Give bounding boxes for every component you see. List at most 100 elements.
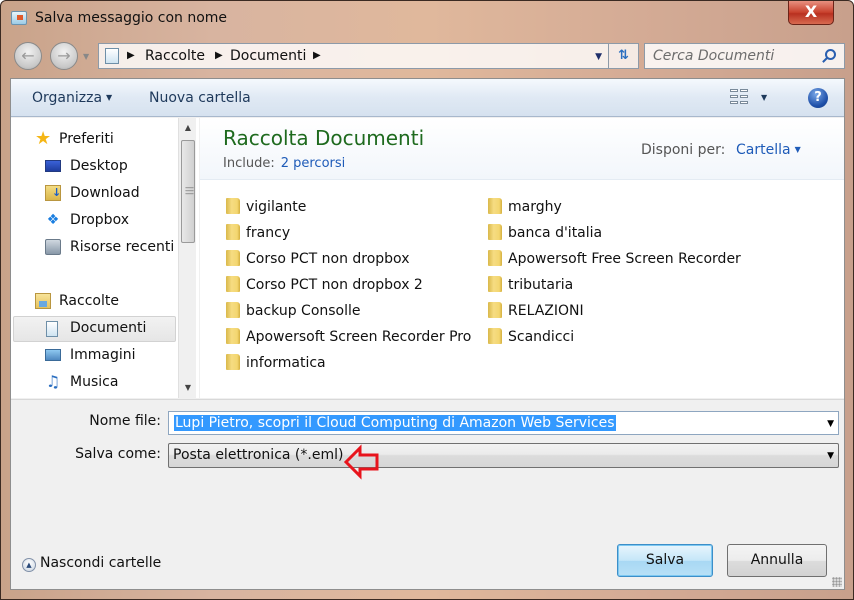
sidebar-item-label: Musica: [70, 374, 119, 390]
grip-icon: — — —: [185, 183, 194, 199]
save-as-dialog: Salva messaggio con nome X ← → ▼ ▶ Racco…: [0, 0, 854, 600]
resize-grip-icon[interactable]: [832, 577, 842, 587]
folder-name: backup Consolle: [246, 303, 361, 319]
search-box[interactable]: [644, 43, 845, 69]
include-paths-link[interactable]: 2 percorsi: [281, 156, 346, 171]
scrollbar-thumb[interactable]: — — —: [181, 140, 195, 243]
folder-icon: [488, 198, 502, 214]
folder-item[interactable]: backup Consolle: [226, 302, 361, 319]
filename-input[interactable]: Lupi Pietro, scopri il Cloud Computing d…: [168, 411, 839, 435]
navigation-scrollbar[interactable]: ▲ — — — ▼: [178, 118, 196, 398]
file-list-pane: Raccolta Documenti Include: 2 percorsi Di…: [200, 118, 844, 398]
change-view-icon[interactable]: [730, 89, 750, 106]
breadcrumb-documenti[interactable]: Documenti: [230, 48, 306, 64]
sidebar-item-dropbox[interactable]: ❖ Dropbox: [45, 212, 129, 228]
sidebar-item-risorse-recenti[interactable]: Risorse recenti: [45, 239, 174, 255]
close-button[interactable]: X: [788, 1, 834, 25]
download-folder-icon: [45, 185, 61, 201]
folder-item[interactable]: informatica: [226, 354, 326, 371]
search-icon[interactable]: [825, 49, 836, 60]
folder-icon: [488, 302, 502, 318]
folder-icon: [226, 250, 240, 266]
search-input[interactable]: [653, 48, 818, 64]
include-label: Include:: [223, 156, 275, 171]
arrow-left-icon: ←: [21, 46, 35, 65]
desktop-icon: [45, 160, 61, 172]
cancel-button[interactable]: Annulla: [727, 544, 827, 577]
sidebar-item-preferiti[interactable]: ★ Preferiti: [35, 128, 114, 149]
folder-name: Corso PCT non dropbox: [246, 251, 410, 267]
folder-name: Corso PCT non dropbox 2: [246, 277, 423, 293]
chevron-down-icon: ▼: [106, 93, 113, 102]
address-bar[interactable]: ▶ Raccolte ▶ Documenti ▶ ▼: [98, 43, 609, 69]
folder-icon: [226, 276, 240, 292]
new-folder-button[interactable]: Nuova cartella: [149, 90, 251, 106]
sidebar-item-label: Desktop: [70, 158, 128, 174]
save-button[interactable]: Salva: [617, 544, 713, 577]
sidebar-item-download[interactable]: Download: [45, 185, 140, 201]
red-arrow-annotation-icon: [344, 444, 379, 480]
navigation-pane: ★ Preferiti Desktop Download ❖ Dropbox R…: [11, 118, 199, 398]
folder-item[interactable]: banca d'italia: [488, 224, 602, 241]
folder-name: tributaria: [508, 277, 574, 293]
library-icon: [105, 48, 119, 64]
folder-icon: [488, 250, 502, 266]
sidebar-item-musica[interactable]: ♫ Musica: [45, 372, 119, 391]
breadcrumb-raccolte[interactable]: Raccolte: [145, 48, 205, 64]
folder-item[interactable]: Apowersoft Free Screen Recorder: [488, 250, 741, 267]
folder-item[interactable]: Scandicci: [488, 328, 574, 345]
library-header: Raccolta Documenti Include: 2 percorsi Di…: [200, 118, 844, 180]
refresh-icon: ⇅: [618, 48, 629, 63]
dialog-body: Organizza ▼ Nuova cartella ▼ ? ★ Preferit…: [10, 78, 845, 590]
folder-name: marghy: [508, 199, 562, 215]
sidebar-item-label: Download: [70, 185, 140, 201]
scroll-up-icon[interactable]: ▲: [179, 120, 197, 136]
folder-item[interactable]: francy: [226, 224, 290, 241]
recent-pages-dropdown[interactable]: ▼: [83, 52, 89, 61]
recent-places-icon: [45, 239, 61, 255]
sidebar-item-label: Preferiti: [59, 131, 114, 147]
organize-button[interactable]: Organizza ▼: [32, 90, 112, 106]
view-options-dropdown[interactable]: ▼: [761, 93, 767, 102]
star-icon: ★: [35, 128, 52, 149]
folder-item[interactable]: Apowersoft Screen Recorder Pro: [226, 328, 471, 345]
folder-item[interactable]: RELAZIONI: [488, 302, 584, 319]
filename-dropdown-icon[interactable]: ▼: [827, 419, 834, 429]
sidebar-item-label: Risorse recenti: [70, 239, 175, 255]
folder-item[interactable]: vigilante: [226, 198, 306, 215]
savetype-dropdown-icon[interactable]: ▼: [827, 451, 834, 461]
mail-app-icon: [11, 11, 27, 25]
dropbox-icon: ❖: [46, 212, 60, 228]
folder-name: banca d'italia: [508, 225, 603, 241]
breadcrumb-chevron-icon[interactable]: ▶: [215, 50, 223, 61]
folder-item[interactable]: marghy: [488, 198, 562, 215]
folder-item[interactable]: tributaria: [488, 276, 573, 293]
back-button[interactable]: ←: [14, 42, 42, 70]
refresh-button[interactable]: ⇅: [609, 43, 639, 69]
sidebar-item-desktop[interactable]: Desktop: [45, 158, 128, 174]
folder-item[interactable]: Corso PCT non dropbox: [226, 250, 409, 267]
sidebar-item-raccolte[interactable]: Raccolte: [35, 293, 119, 309]
address-dropdown-icon[interactable]: ▼: [595, 52, 602, 62]
savetype-select[interactable]: Posta elettronica (*.eml) ▼: [168, 443, 839, 468]
library-include: Include: 2 percorsi: [223, 156, 345, 171]
sidebar-item-immagini[interactable]: Immagini: [45, 347, 136, 363]
folder-icon: [488, 276, 502, 292]
filename-value[interactable]: Lupi Pietro, scopri il Cloud Computing d…: [174, 415, 616, 431]
hide-folders-label: Nascondi cartelle: [40, 555, 162, 571]
help-button[interactable]: ?: [808, 88, 828, 108]
breadcrumb-chevron-icon[interactable]: ▶: [313, 50, 321, 61]
organize-label: Organizza: [32, 90, 103, 106]
folder-item[interactable]: Corso PCT non dropbox 2: [226, 276, 423, 293]
arrow-right-icon: →: [57, 46, 71, 65]
pictures-icon: [45, 349, 61, 361]
hide-folders-button[interactable]: ▲ Nascondi cartelle: [22, 555, 161, 572]
arrange-by-dropdown[interactable]: Cartella ▼: [736, 142, 801, 158]
breadcrumb-chevron-icon[interactable]: ▶: [127, 50, 135, 61]
title-bar: Salva messaggio con nome X: [1, 1, 854, 37]
music-icon: ♫: [45, 372, 61, 391]
sidebar-item-documenti[interactable]: Documenti: [13, 316, 176, 342]
folder-icon: [488, 224, 502, 240]
forward-button[interactable]: →: [50, 42, 78, 70]
scroll-down-icon[interactable]: ▼: [179, 380, 197, 396]
